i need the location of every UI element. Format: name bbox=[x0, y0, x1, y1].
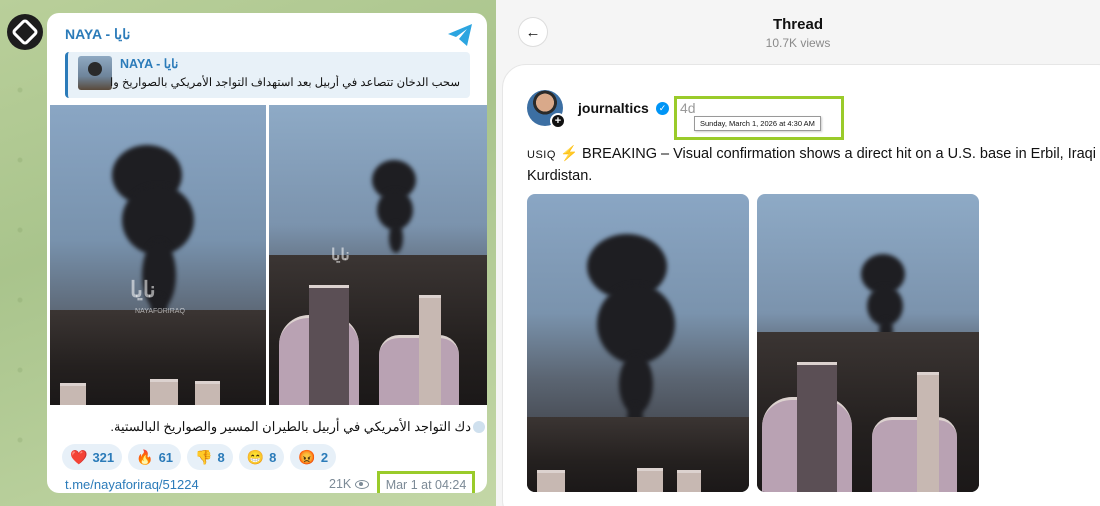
username[interactable]: journaltics bbox=[578, 100, 649, 116]
reaction-thumbs-down[interactable]: 👎 8 bbox=[187, 444, 233, 470]
post-date: Mar 1 at 04:24 bbox=[377, 471, 475, 493]
reaction-count: 8 bbox=[269, 449, 277, 465]
post-caption: دك التواجد الأمريكي في أربيل بالطيران ال… bbox=[110, 419, 471, 434]
heart-icon: ❤️ bbox=[70, 448, 88, 465]
thread-views: 10.7K views bbox=[765, 36, 831, 50]
post-text: USIQ ⚡ BREAKING – Visual confirmation sh… bbox=[527, 144, 1099, 187]
reaction-count: 61 bbox=[158, 449, 174, 465]
post-time[interactable]: 4d bbox=[680, 100, 696, 116]
angry-icon: 😡 bbox=[298, 448, 316, 465]
photo-watermark-sub: NAYAFORIRAQ bbox=[135, 308, 185, 315]
post-body: BREAKING – Visual confirmation shows a d… bbox=[527, 146, 1096, 184]
telegram-share-icon[interactable] bbox=[447, 23, 473, 47]
threads-panel: ← Thread 10.7K views + journaltics ✓ 4d … bbox=[496, 0, 1100, 506]
reaction-count: 321 bbox=[92, 449, 115, 465]
post-photo-2[interactable]: نايا bbox=[269, 105, 487, 405]
reaction-angry[interactable]: 😡 2 bbox=[290, 444, 337, 470]
reaction-count: 2 bbox=[320, 449, 329, 465]
thread-photo-1[interactable] bbox=[527, 194, 749, 492]
caption-indicator-icon bbox=[473, 421, 485, 433]
channel-logo-icon bbox=[10, 17, 40, 47]
reply-text: سحب الدخان تتصاعد في أربيل بعد استهداف ا… bbox=[110, 77, 460, 89]
post-link[interactable]: t.me/nayaforiraq/51224 bbox=[65, 477, 199, 492]
view-count-value: 21K bbox=[329, 477, 352, 491]
reaction-fire[interactable]: 🔥 61 bbox=[128, 444, 182, 470]
view-count: 21K bbox=[329, 477, 370, 491]
reaction-count: 8 bbox=[217, 449, 225, 465]
channel-name[interactable]: NAYA - نايا bbox=[65, 26, 130, 43]
fire-icon: 🔥 bbox=[136, 448, 154, 465]
reaction-heart[interactable]: ❤️ 321 bbox=[62, 444, 123, 470]
channel-avatar[interactable] bbox=[7, 14, 43, 50]
photo-watermark: نايا bbox=[130, 277, 156, 302]
page-title: Thread bbox=[772, 16, 823, 33]
lightning-icon: ⚡ bbox=[559, 146, 578, 162]
reactions-bar: ❤️ 321 🔥 61 👎 8 😁 8 😡 2 bbox=[62, 444, 337, 470]
thumbs-down-icon: 👎 bbox=[195, 448, 213, 465]
timestamp-tooltip: Sunday, March 1, 2026 at 4:30 AM bbox=[694, 116, 821, 131]
thread-photo-2[interactable] bbox=[757, 194, 979, 492]
grin-icon: 😁 bbox=[246, 448, 265, 465]
post-photo-1[interactable]: نايا NAYAFORIRAQ bbox=[50, 105, 266, 405]
eye-icon bbox=[355, 479, 370, 489]
follow-plus-icon[interactable]: + bbox=[550, 113, 566, 129]
verified-badge-icon: ✓ bbox=[656, 102, 669, 115]
photo-watermark: نايا bbox=[331, 247, 350, 264]
reaction-grin[interactable]: 😁 8 bbox=[238, 444, 285, 470]
post-tag[interactable]: USIQ bbox=[527, 149, 556, 161]
telegram-message: NAYA - نايا NAYA - نايا سحب الدخان تتصاع… bbox=[47, 13, 487, 493]
reply-author: NAYA - نايا bbox=[120, 57, 179, 71]
reply-thumbnail bbox=[78, 56, 112, 90]
telegram-panel: NAYA - نايا NAYA - نايا سحب الدخان تتصاع… bbox=[0, 0, 496, 506]
reply-preview[interactable]: NAYA - نايا سحب الدخان تتصاعد في أربيل ب… bbox=[65, 52, 470, 98]
